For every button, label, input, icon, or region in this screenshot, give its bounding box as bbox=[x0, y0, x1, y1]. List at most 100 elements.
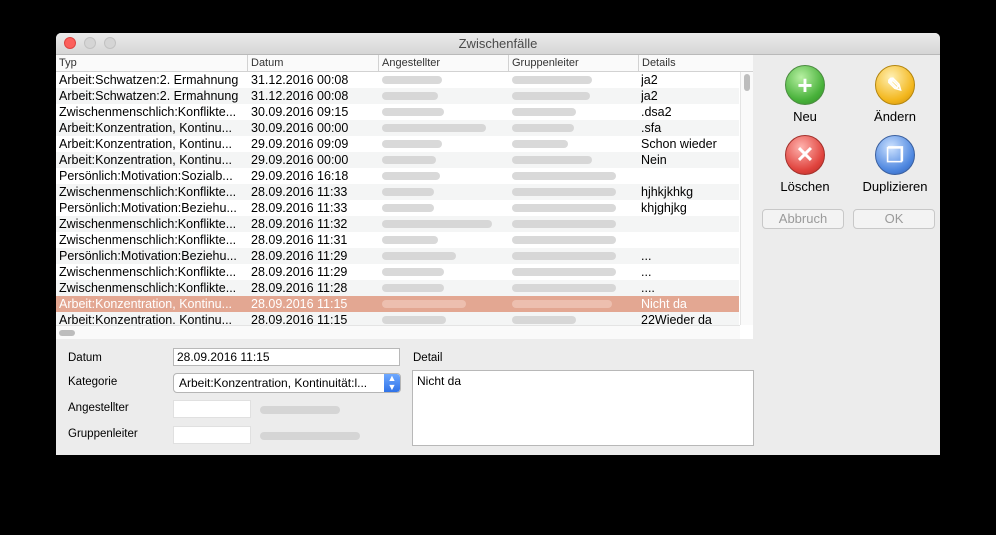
cell-details: ... bbox=[641, 265, 652, 279]
redacted-text bbox=[512, 284, 616, 292]
cell-gruppenleiter-redacted bbox=[512, 136, 638, 152]
duplizieren-button[interactable]: ❐ Duplizieren bbox=[850, 135, 940, 194]
cell-gruppenleiter-redacted bbox=[512, 216, 638, 232]
table-row[interactable]: Arbeit:Konzentration, Kontinu... 29.09.20… bbox=[56, 136, 739, 152]
window-title: Zwischenfälle bbox=[458, 36, 538, 51]
table-row[interactable]: Zwischenmenschlich:Konflikte... 28.09.201… bbox=[56, 184, 739, 200]
cell-details: .sfa bbox=[641, 121, 662, 135]
cell-datum: 31.12.2016 00:08 bbox=[251, 89, 349, 103]
duplizieren-label: Duplizieren bbox=[862, 179, 928, 194]
cell-details: Nicht da bbox=[641, 297, 687, 311]
vertical-scroll-thumb[interactable] bbox=[744, 74, 750, 91]
abbruch-button[interactable]: Abbruch bbox=[762, 209, 844, 229]
cell-gruppenleiter-redacted bbox=[512, 184, 638, 200]
incidents-table[interactable]: Typ Datum Angestellter Gruppenleiter Det… bbox=[56, 55, 753, 339]
redacted-text bbox=[512, 220, 616, 228]
cell-gruppenleiter-redacted bbox=[512, 88, 638, 104]
cell-details: .... bbox=[641, 281, 655, 295]
table-row[interactable]: Arbeit:Schwatzen:2. Ermahnung 31.12.2016 … bbox=[56, 88, 739, 104]
cell-datum: 28.09.2016 11:31 bbox=[251, 233, 348, 247]
redacted-text bbox=[512, 316, 576, 324]
redacted-text bbox=[382, 236, 438, 244]
redacted-text bbox=[382, 316, 446, 324]
cell-angestellter-redacted bbox=[382, 104, 504, 120]
cell-typ: Persönlich:Motivation:Sozialb... bbox=[59, 169, 233, 183]
cell-typ: Arbeit:Konzentration, Kontinu... bbox=[59, 121, 233, 135]
table-row[interactable]: Persönlich:Motivation:Beziehu... 28.09.20… bbox=[56, 248, 739, 264]
angestellter-field[interactable] bbox=[173, 400, 251, 418]
table-row[interactable]: Zwischenmenschlich:Konflikte... 28.09.201… bbox=[56, 232, 739, 248]
cell-angestellter-redacted bbox=[382, 184, 504, 200]
redacted-text bbox=[382, 172, 440, 180]
table-row[interactable]: Zwischenmenschlich:Konflikte... 28.09.201… bbox=[56, 280, 739, 296]
cell-details: Schon wieder bbox=[641, 137, 717, 151]
chevron-updown-icon: ▲ ▼ bbox=[384, 374, 400, 392]
table-body: Arbeit:Schwatzen:2. Ermahnung 31.12.2016 … bbox=[56, 72, 739, 328]
cell-typ: Persönlich:Motivation:Beziehu... bbox=[59, 249, 237, 263]
redacted-text bbox=[512, 188, 616, 196]
column-header-datum[interactable]: Datum bbox=[248, 55, 379, 71]
cell-datum: 28.09.2016 11:28 bbox=[251, 281, 348, 295]
table-row[interactable]: Arbeit:Konzentration, Kontinu... 28.09.20… bbox=[56, 296, 739, 312]
table-row[interactable]: Arbeit:Schwatzen:2. Ermahnung 31.12.2016 … bbox=[56, 72, 739, 88]
neu-button[interactable]: + Neu bbox=[760, 65, 850, 124]
cell-details: ja2 bbox=[641, 73, 658, 87]
loeschen-button[interactable]: ✕ Löschen bbox=[760, 135, 850, 194]
cell-typ: Zwischenmenschlich:Konflikte... bbox=[59, 281, 237, 295]
redacted-text bbox=[382, 268, 444, 276]
table-row[interactable]: Arbeit:Konzentration, Kontinu... 30.09.20… bbox=[56, 120, 739, 136]
cell-datum: 30.09.2016 09:15 bbox=[251, 105, 349, 119]
vertical-scrollbar[interactable] bbox=[740, 72, 753, 325]
aendern-label: Ändern bbox=[874, 109, 916, 124]
redacted-text bbox=[382, 300, 466, 308]
title-bar[interactable]: Zwischenfälle bbox=[56, 33, 940, 55]
kategorie-label: Kategorie bbox=[68, 376, 118, 388]
redacted-text bbox=[382, 156, 436, 164]
ok-button[interactable]: OK bbox=[853, 209, 935, 229]
plus-icon: + bbox=[785, 65, 825, 105]
redacted-text bbox=[512, 108, 576, 116]
redacted-text bbox=[512, 300, 612, 308]
detail-textarea[interactable]: Nicht da bbox=[412, 370, 754, 446]
redacted-text bbox=[382, 204, 434, 212]
cell-gruppenleiter-redacted bbox=[512, 280, 638, 296]
cell-typ: Arbeit:Konzentration, Kontinu... bbox=[59, 153, 233, 167]
redacted-text bbox=[382, 108, 444, 116]
column-header-gruppenleiter[interactable]: Gruppenleiter bbox=[509, 55, 639, 71]
table-header: Typ Datum Angestellter Gruppenleiter Det… bbox=[56, 55, 753, 72]
redacted-text bbox=[382, 140, 442, 148]
redacted-text bbox=[512, 204, 616, 212]
kategorie-select[interactable]: Arbeit:Konzentration, Kontinuität:l... ▲… bbox=[173, 373, 401, 393]
cell-gruppenleiter-redacted bbox=[512, 104, 638, 120]
table-row[interactable]: Persönlich:Motivation:Sozialb... 29.09.20… bbox=[56, 168, 739, 184]
cell-typ: Zwischenmenschlich:Konflikte... bbox=[59, 217, 237, 231]
redacted-text bbox=[512, 236, 616, 244]
table-row[interactable]: Zwischenmenschlich:Konflikte... 28.09.201… bbox=[56, 216, 739, 232]
table-row[interactable]: Zwischenmenschlich:Konflikte... 30.09.201… bbox=[56, 104, 739, 120]
cell-angestellter-redacted bbox=[382, 200, 504, 216]
table-row[interactable]: Persönlich:Motivation:Beziehu... 28.09.20… bbox=[56, 200, 739, 216]
table-row[interactable]: Arbeit:Konzentration, Kontinu... 29.09.20… bbox=[56, 152, 739, 168]
horizontal-scrollbar[interactable] bbox=[56, 325, 740, 339]
cell-datum: 29.09.2016 16:18 bbox=[251, 169, 349, 183]
angestellter-name-redacted bbox=[260, 406, 340, 414]
cell-angestellter-redacted bbox=[382, 264, 504, 280]
aendern-button[interactable]: ✎ Ändern bbox=[850, 65, 940, 124]
horizontal-scroll-thumb[interactable] bbox=[59, 330, 75, 336]
column-header-typ[interactable]: Typ bbox=[56, 55, 248, 71]
redacted-text bbox=[382, 124, 486, 132]
cell-typ: Zwischenmenschlich:Konflikte... bbox=[59, 105, 237, 119]
cell-gruppenleiter-redacted bbox=[512, 200, 638, 216]
cell-angestellter-redacted bbox=[382, 168, 504, 184]
datum-field[interactable]: 28.09.2016 11:15 bbox=[173, 348, 400, 366]
redacted-text bbox=[382, 284, 444, 292]
gruppenleiter-label: Gruppenleiter bbox=[68, 428, 138, 440]
cell-angestellter-redacted bbox=[382, 296, 504, 312]
table-row[interactable]: Zwischenmenschlich:Konflikte... 28.09.201… bbox=[56, 264, 739, 280]
cell-typ: Zwischenmenschlich:Konflikte... bbox=[59, 265, 237, 279]
column-header-angestellter[interactable]: Angestellter bbox=[379, 55, 509, 71]
gruppenleiter-field[interactable] bbox=[173, 426, 251, 444]
cell-angestellter-redacted bbox=[382, 280, 504, 296]
cell-datum: 29.09.2016 09:09 bbox=[251, 137, 349, 151]
column-header-details[interactable]: Details bbox=[639, 55, 753, 71]
